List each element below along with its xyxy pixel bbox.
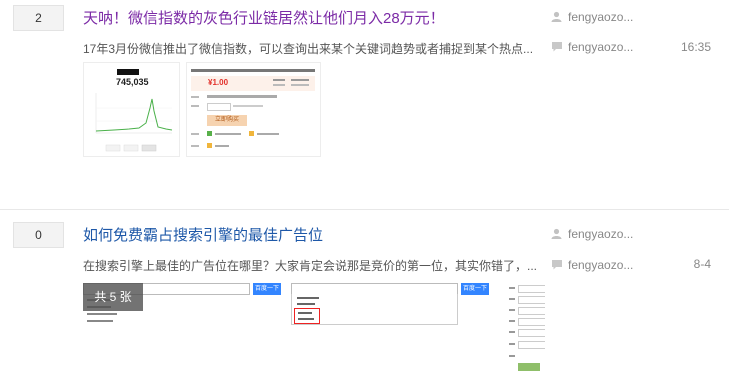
post-title[interactable]: 如何免费霸占搜索引擎的最佳广告位 xyxy=(83,224,323,245)
photo-count-badge: 共 5 张 xyxy=(83,283,143,311)
last-reply-time: 8-4 xyxy=(693,257,711,271)
post-item: 0 如何免费霸占搜索引擎的最佳广告位 fengyaozo... 在搜索引擎上最佳… xyxy=(0,0,729,377)
suggestion-dropdown xyxy=(291,294,458,325)
post-image-search-1[interactable]: 百度一下 共 5 张 xyxy=(83,283,283,377)
user-icon xyxy=(551,228,562,239)
search-button[interactable]: 百度一下 xyxy=(461,283,489,295)
search-button[interactable]: 百度一下 xyxy=(253,283,281,295)
reply-count: 0 xyxy=(13,222,64,248)
comment-icon xyxy=(551,259,562,270)
submit-button[interactable] xyxy=(518,363,540,371)
post-author[interactable]: fengyaozo... xyxy=(551,227,633,241)
post-image-search-2[interactable]: 百度一下 xyxy=(291,283,491,377)
post-image-form[interactable] xyxy=(499,283,545,377)
highlight-box xyxy=(294,308,320,324)
author-name[interactable]: fengyaozo... xyxy=(568,258,633,272)
post-summary: 在搜索引擎上最佳的广告位在哪里？大家肯定会说那是竞价的第一位，其实你错了，... xyxy=(83,259,538,273)
last-reply-author[interactable]: fengyaozo... xyxy=(551,258,633,272)
author-name[interactable]: fengyaozo... xyxy=(568,227,633,241)
